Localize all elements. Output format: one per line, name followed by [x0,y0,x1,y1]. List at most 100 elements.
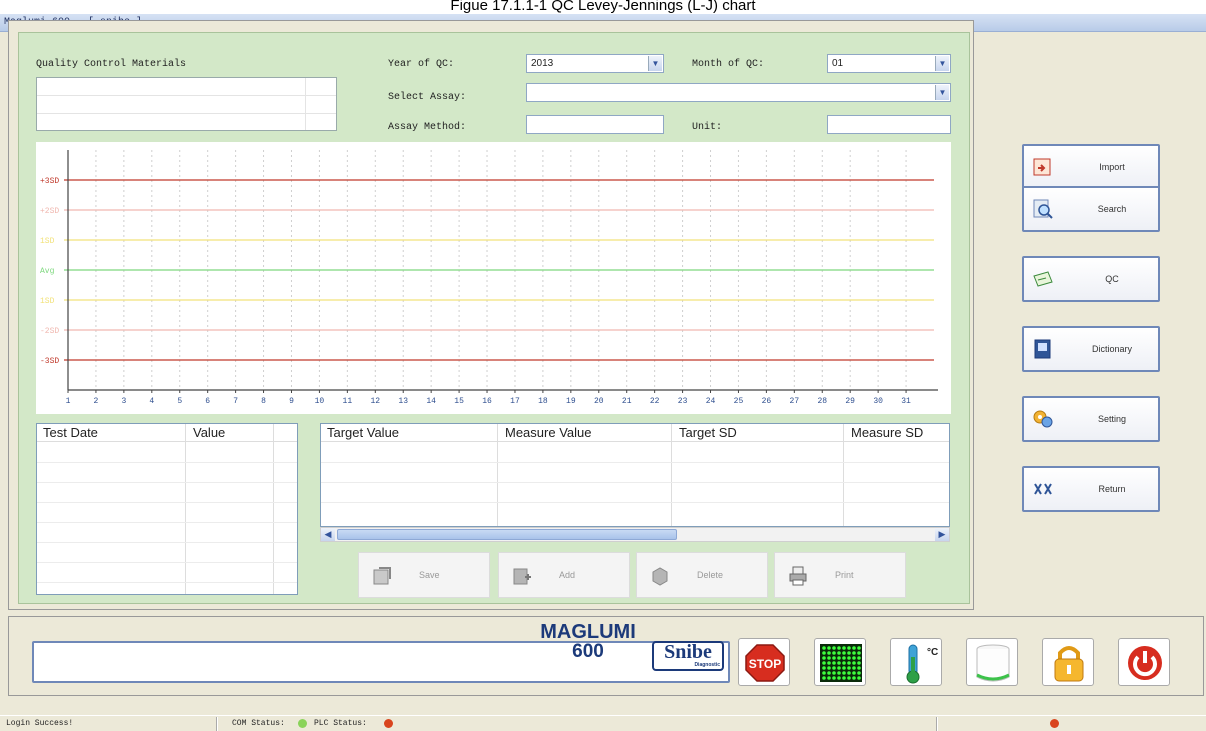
matrix-led [827,676,831,680]
unit-field[interactable] [827,115,951,134]
materials-list[interactable] [36,77,337,131]
save-button[interactable]: Save [358,552,490,598]
matrix-led [842,661,846,665]
x-tick-label: 26 [762,397,772,406]
add-button[interactable]: Add [498,552,630,598]
x-tick-label: 21 [622,397,632,406]
matrix-led [852,661,856,665]
x-tick-label: 12 [370,397,380,406]
matrix-led [827,671,831,675]
results-table-header: Test Date Value [37,424,297,442]
qc-button[interactable]: QC [1022,256,1160,302]
x-tick-label: 11 [343,397,353,406]
horizontal-scrollbar[interactable]: ◀ ▶ [320,527,950,542]
scroll-right-icon[interactable]: ▶ [935,528,949,541]
delete-button[interactable]: Delete [636,552,768,598]
scrollbar-thumb[interactable] [337,529,677,540]
matrix-led [827,666,831,670]
dictionary-label: Dictionary [1091,344,1132,354]
return-label: Return [1098,484,1126,494]
plc-status-label: PLC Status: [314,719,367,728]
x-tick-label: 20 [594,397,604,406]
power-button[interactable] [1118,638,1170,686]
x-tick-label: 17 [510,397,520,406]
matrix-led [832,666,836,670]
control-limit-label: +3SD [40,177,59,186]
scroll-left-icon[interactable]: ◀ [321,528,335,541]
matrix-led [842,646,846,650]
matrix-led [837,656,841,660]
setting-button[interactable]: Setting [1022,396,1160,442]
x-tick-label: 29 [845,397,855,406]
x-tick-label: 27 [790,397,800,406]
matrix-led [832,656,836,660]
x-tick-label: 30 [873,397,883,406]
matrix-led [837,671,841,675]
target-table[interactable]: Target Value Measure Value Target SD Mea… [320,423,950,527]
control-limit-label: 1SD [40,237,55,246]
x-tick-label: 28 [817,397,827,406]
col-header-measure-value[interactable]: Measure Value [501,425,591,440]
x-tick-label: 13 [398,397,408,406]
col-header-test-date[interactable]: Test Date [39,425,98,440]
matrix-led [822,646,826,650]
return-icon [1034,483,1052,495]
table-row [321,462,949,463]
matrix-led [857,676,861,680]
save-label: Save [419,570,440,580]
figure-caption: Figue 17.1.1-1 QC Levey-Jennings (L-J) c… [450,0,756,14]
assay-select[interactable]: ▼ [526,83,951,102]
stop-button[interactable]: STOP [738,638,790,686]
chevron-down-icon[interactable]: ▼ [935,56,949,71]
control-limit-label: +2SD [40,207,59,216]
col-header-measure-sd[interactable]: Measure SD [847,425,923,440]
lock-button[interactable] [1042,638,1094,686]
matrix-led [842,651,846,655]
import-button[interactable]: Import [1022,144,1160,190]
x-tick-label: 4 [149,397,154,406]
matrix-led [827,646,831,650]
control-limit-label: 1SD [40,297,55,306]
search-button[interactable]: Search [1022,186,1160,232]
qc-icon [1033,271,1053,287]
snibe-logo-sub: Diagnostic [694,662,720,668]
delete-icon [652,567,668,586]
col-header-value[interactable]: Value [189,425,225,440]
x-tick-label: 31 [901,397,911,406]
method-field[interactable] [526,115,664,134]
x-tick-label: 19 [566,397,576,406]
import-icon [1033,158,1051,176]
substrate-button[interactable] [966,638,1018,686]
print-button[interactable]: Print [774,552,906,598]
col-header-target-sd[interactable]: Target SD [675,425,737,440]
x-tick-label: 10 [315,397,325,406]
x-tick-label: 3 [121,397,126,406]
chevron-down-icon[interactable]: ▼ [935,85,949,100]
matrix-icon [820,644,862,682]
control-limit-label: -2SD [40,327,59,336]
matrix-led [832,651,836,655]
materials-row [37,113,336,114]
matrix-led [852,671,856,675]
temperature-button[interactable]: °C [890,638,942,686]
month-select[interactable]: 01 ▼ [827,54,951,73]
chevron-down-icon[interactable]: ▼ [648,56,662,71]
results-table[interactable]: Test Date Value [36,423,298,595]
thermometer-icon: °C [906,644,938,684]
matrix-led [852,651,856,655]
snibe-logo-text: Snibe [664,641,712,663]
matrix-led [832,646,836,650]
lock-icon [1054,646,1084,682]
dictionary-button[interactable]: Dictionary [1022,326,1160,372]
matrix-led [842,671,846,675]
x-tick-label: 22 [650,397,660,406]
brand-name: MAGLUMI [540,621,636,643]
return-button[interactable]: Return [1022,466,1160,512]
x-tick-label: 16 [482,397,492,406]
year-select[interactable]: 2013 ▼ [526,54,664,73]
col-header-target-value[interactable]: Target Value [323,425,399,440]
reagent-status-button[interactable] [814,638,866,686]
matrix-led [852,656,856,660]
month-value: 01 [832,58,844,69]
snibe-logo: Snibe Diagnostic [652,641,724,671]
